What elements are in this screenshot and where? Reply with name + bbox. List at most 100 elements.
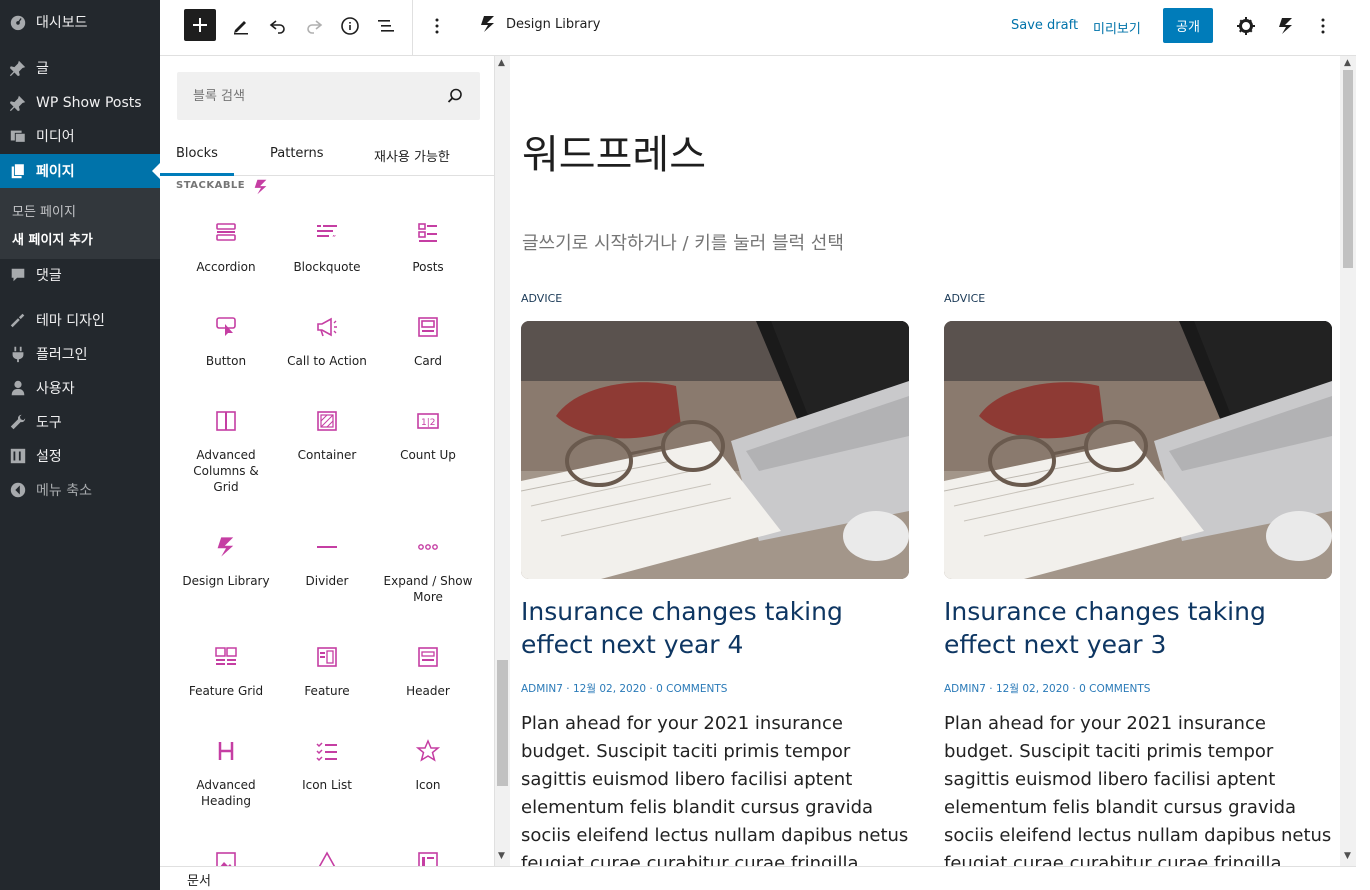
block-label: Design Library xyxy=(182,574,270,588)
block-design-library[interactable]: Design Library xyxy=(176,535,276,589)
block-header[interactable]: Header xyxy=(378,645,478,699)
paragraph-placeholder[interactable]: 글쓰기로 시작하거나 / 키를 눌러 블럭 선택 xyxy=(522,229,844,255)
menu-item-users[interactable]: 사용자 xyxy=(0,371,160,405)
add-block-button[interactable] xyxy=(184,9,216,41)
post-meta[interactable]: ADMIN7 · 12월 02, 2020 · 0 COMMENTS xyxy=(944,681,1332,696)
tools-button[interactable] xyxy=(225,10,257,42)
post-card[interactable]: ADVICE Insurance changes taking effect n… xyxy=(521,292,909,866)
block-icon[interactable]: Icon xyxy=(378,739,478,793)
post-title[interactable]: Insurance changes taking effect next yea… xyxy=(944,595,1332,661)
block-icon-list[interactable]: Icon List xyxy=(277,739,377,793)
count-up-icon: 1|2 xyxy=(417,413,439,429)
image-icon xyxy=(216,852,236,866)
block-advanced-columns[interactable]: Advanced Columns & Grid xyxy=(176,409,276,495)
publish-button[interactable]: 공개 xyxy=(1163,8,1213,43)
stackable-settings-button[interactable] xyxy=(1270,10,1302,42)
block-notification[interactable] xyxy=(277,850,377,866)
block-label: Container xyxy=(297,448,357,462)
block-blockquote[interactable]: ” Blockquote xyxy=(277,221,377,275)
block-container[interactable]: Container xyxy=(277,409,377,463)
button-click-icon xyxy=(216,317,236,336)
menu-item-tools[interactable]: 도구 xyxy=(0,405,160,439)
scroll-up-arrow[interactable]: ▲ xyxy=(498,58,505,68)
menu-item-dashboard[interactable]: 대시보드 xyxy=(0,5,160,39)
options-button[interactable] xyxy=(1307,10,1339,42)
block-label: Posts xyxy=(412,260,444,274)
block-accordion[interactable]: Accordion xyxy=(176,221,276,275)
page-title[interactable]: 워드프레스 xyxy=(522,122,706,180)
dashboard-icon xyxy=(8,12,28,32)
blockquote-icon: ” xyxy=(317,225,337,243)
menu-label: 댓글 xyxy=(36,268,62,284)
menu-label: 대시보드 xyxy=(36,15,88,31)
menu-item-plugins[interactable]: 플러그인 xyxy=(0,337,160,371)
scroll-up-arrow[interactable]: ▲ xyxy=(1344,58,1351,68)
menu-item-appearance[interactable]: 테마 디자인 xyxy=(0,303,160,337)
scrollbar-thumb[interactable] xyxy=(1343,70,1353,268)
plus-icon xyxy=(193,18,207,32)
block-search[interactable] xyxy=(177,72,480,120)
scrollbar-thumb[interactable] xyxy=(497,660,508,786)
pin-icon xyxy=(8,58,28,78)
post-thumbnail[interactable] xyxy=(521,321,909,579)
block-label: Button xyxy=(205,354,247,368)
more-tools-button[interactable] xyxy=(421,10,453,42)
megaphone-icon xyxy=(317,317,337,337)
canvas-scrollbar[interactable]: ▲ ▼ xyxy=(1340,56,1356,866)
block-button[interactable]: Button xyxy=(176,315,276,369)
post-meta[interactable]: ADMIN7 · 12월 02, 2020 · 0 COMMENTS xyxy=(521,681,909,696)
feature-grid-icon xyxy=(215,647,237,665)
header-icon xyxy=(418,647,438,667)
menu-label: 메뉴 축소 xyxy=(36,483,92,499)
scroll-down-arrow[interactable]: ▼ xyxy=(1344,851,1351,861)
menu-item-posts[interactable]: 글 xyxy=(0,51,160,85)
menu-item-media[interactable]: 미디어 xyxy=(0,119,160,153)
save-draft-button[interactable]: Save draft xyxy=(1011,18,1078,33)
post-thumbnail[interactable] xyxy=(944,321,1332,579)
undo-icon xyxy=(269,20,285,34)
toolbar-divider xyxy=(412,0,413,56)
block-call-to-action[interactable]: Call to Action xyxy=(277,315,377,369)
submenu-add-new-page[interactable]: 새 페이지 추가 xyxy=(12,229,93,248)
block-advanced-heading[interactable]: Advanced Heading xyxy=(176,739,276,809)
block-label: Blockquote xyxy=(293,260,361,274)
submenu-all-pages[interactable]: 모든 페이지 xyxy=(12,201,76,220)
tab-blocks[interactable]: Blocks xyxy=(160,146,234,176)
menu-item-comments[interactable]: 댓글 xyxy=(0,258,160,292)
block-feature-grid[interactable]: Feature Grid xyxy=(176,645,276,699)
breadcrumb[interactable]: 문서 xyxy=(187,870,211,889)
menu-item-pages[interactable]: 페이지 xyxy=(0,154,160,188)
design-library-button[interactable]: Design Library xyxy=(478,14,600,34)
list-view-button[interactable] xyxy=(370,10,402,42)
block-count-up[interactable]: 1|2 Count Up xyxy=(378,409,478,463)
users-icon xyxy=(8,378,28,398)
details-button[interactable] xyxy=(334,10,366,42)
menu-item-wp-show-posts[interactable]: WP Show Posts xyxy=(0,86,160,120)
block-posts[interactable]: Posts xyxy=(378,221,478,275)
block-card[interactable]: Card xyxy=(378,315,478,369)
tab-patterns[interactable]: Patterns xyxy=(270,146,324,161)
scroll-down-arrow[interactable]: ▼ xyxy=(498,851,505,861)
inserter-scrollbar[interactable]: ▲ ▼ xyxy=(495,56,510,866)
block-expand-show-more[interactable]: Expand / Show More xyxy=(378,535,478,605)
plugins-icon xyxy=(8,344,28,364)
menu-item-collapse[interactable]: 메뉴 축소 xyxy=(0,473,160,507)
block-inserter-panel: Blocks Patterns 재사용 가능한 STACKABLE Accord… xyxy=(160,56,495,866)
post-category[interactable]: ADVICE xyxy=(521,292,909,305)
block-image[interactable] xyxy=(176,850,276,866)
settings-button[interactable] xyxy=(1230,10,1262,42)
block-number-box[interactable] xyxy=(378,850,478,866)
post-category[interactable]: ADVICE xyxy=(944,292,1332,305)
redo-button[interactable] xyxy=(298,10,330,42)
preview-button[interactable]: 미리보기 xyxy=(1093,18,1141,37)
tab-reusable[interactable]: 재사용 가능한 xyxy=(374,146,450,165)
design-library-label: Design Library xyxy=(506,16,601,32)
block-divider[interactable]: Divider xyxy=(277,535,377,589)
undo-button[interactable] xyxy=(262,10,294,42)
pages-submenu: 모든 페이지 새 페이지 추가 xyxy=(0,188,160,259)
post-title[interactable]: Insurance changes taking effect next yea… xyxy=(521,595,909,661)
post-card[interactable]: ADVICE Insurance changes taking effect n… xyxy=(944,292,1332,866)
menu-item-settings[interactable]: 설정 xyxy=(0,439,160,473)
block-search-input[interactable] xyxy=(193,88,433,104)
block-feature[interactable]: Feature xyxy=(277,645,377,699)
